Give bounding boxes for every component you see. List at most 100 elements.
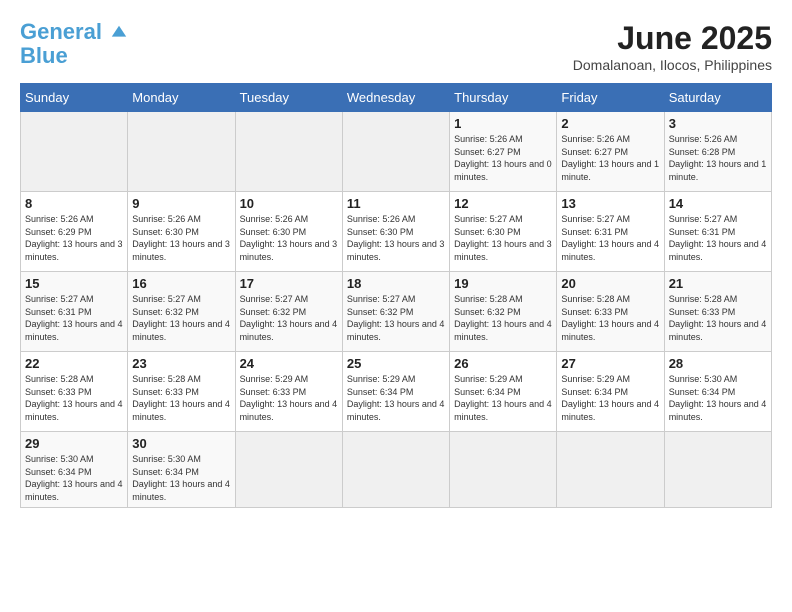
day-number: 12 [454, 196, 552, 211]
calendar-week-row: 8 Sunrise: 5:26 AM Sunset: 6:29 PM Dayli… [21, 192, 772, 272]
page-header: General Blue June 2025 Domalanoan, Iloco… [20, 20, 772, 73]
month-title: June 2025 [573, 20, 772, 57]
weekday-header-thursday: Thursday [450, 84, 557, 112]
day-info: Sunrise: 5:27 AM Sunset: 6:32 PM Dayligh… [240, 293, 338, 343]
calendar-cell: 11 Sunrise: 5:26 AM Sunset: 6:30 PM Dayl… [342, 192, 449, 272]
day-info: Sunrise: 5:27 AM Sunset: 6:31 PM Dayligh… [25, 293, 123, 343]
calendar-week-row: 22 Sunrise: 5:28 AM Sunset: 6:33 PM Dayl… [21, 352, 772, 432]
day-info: Sunrise: 5:29 AM Sunset: 6:34 PM Dayligh… [561, 373, 659, 423]
location: Domalanoan, Ilocos, Philippines [573, 57, 772, 73]
day-info: Sunrise: 5:26 AM Sunset: 6:28 PM Dayligh… [669, 133, 767, 183]
day-number: 22 [25, 356, 123, 371]
day-info: Sunrise: 5:27 AM Sunset: 6:31 PM Dayligh… [561, 213, 659, 263]
day-number: 2 [561, 116, 659, 131]
calendar-week-row: 1 Sunrise: 5:26 AM Sunset: 6:27 PM Dayli… [21, 112, 772, 192]
weekday-header-monday: Monday [128, 84, 235, 112]
calendar-cell [128, 112, 235, 192]
calendar-table: SundayMondayTuesdayWednesdayThursdayFrid… [20, 83, 772, 508]
weekday-header-friday: Friday [557, 84, 664, 112]
weekday-header-wednesday: Wednesday [342, 84, 449, 112]
day-number: 18 [347, 276, 445, 291]
day-number: 16 [132, 276, 230, 291]
title-block: June 2025 Domalanoan, Ilocos, Philippine… [573, 20, 772, 73]
day-number: 14 [669, 196, 767, 211]
day-info: Sunrise: 5:27 AM Sunset: 6:31 PM Dayligh… [669, 213, 767, 263]
calendar-cell: 19 Sunrise: 5:28 AM Sunset: 6:32 PM Dayl… [450, 272, 557, 352]
calendar-cell: 10 Sunrise: 5:26 AM Sunset: 6:30 PM Dayl… [235, 192, 342, 272]
day-number: 24 [240, 356, 338, 371]
day-info: Sunrise: 5:27 AM Sunset: 6:30 PM Dayligh… [454, 213, 552, 263]
day-info: Sunrise: 5:28 AM Sunset: 6:33 PM Dayligh… [669, 293, 767, 343]
calendar-cell: 12 Sunrise: 5:27 AM Sunset: 6:30 PM Dayl… [450, 192, 557, 272]
day-info: Sunrise: 5:26 AM Sunset: 6:30 PM Dayligh… [240, 213, 338, 263]
day-info: Sunrise: 5:29 AM Sunset: 6:34 PM Dayligh… [454, 373, 552, 423]
day-info: Sunrise: 5:28 AM Sunset: 6:33 PM Dayligh… [561, 293, 659, 343]
day-info: Sunrise: 5:30 AM Sunset: 6:34 PM Dayligh… [132, 453, 230, 503]
calendar-cell: 26 Sunrise: 5:29 AM Sunset: 6:34 PM Dayl… [450, 352, 557, 432]
day-number: 19 [454, 276, 552, 291]
calendar-cell [342, 112, 449, 192]
calendar-cell: 20 Sunrise: 5:28 AM Sunset: 6:33 PM Dayl… [557, 272, 664, 352]
calendar-week-row: 29 Sunrise: 5:30 AM Sunset: 6:34 PM Dayl… [21, 432, 772, 508]
day-info: Sunrise: 5:30 AM Sunset: 6:34 PM Dayligh… [25, 453, 123, 503]
calendar-cell: 30 Sunrise: 5:30 AM Sunset: 6:34 PM Dayl… [128, 432, 235, 508]
day-number: 23 [132, 356, 230, 371]
calendar-cell: 14 Sunrise: 5:27 AM Sunset: 6:31 PM Dayl… [664, 192, 771, 272]
day-info: Sunrise: 5:26 AM Sunset: 6:27 PM Dayligh… [561, 133, 659, 183]
day-number: 20 [561, 276, 659, 291]
day-number: 28 [669, 356, 767, 371]
day-info: Sunrise: 5:28 AM Sunset: 6:33 PM Dayligh… [132, 373, 230, 423]
day-info: Sunrise: 5:28 AM Sunset: 6:33 PM Dayligh… [25, 373, 123, 423]
day-number: 11 [347, 196, 445, 211]
calendar-cell: 22 Sunrise: 5:28 AM Sunset: 6:33 PM Dayl… [21, 352, 128, 432]
logo-blue: Blue [20, 44, 128, 68]
calendar-cell [235, 112, 342, 192]
day-number: 27 [561, 356, 659, 371]
logo: General Blue [20, 20, 128, 68]
day-number: 21 [669, 276, 767, 291]
day-number: 26 [454, 356, 552, 371]
day-number: 25 [347, 356, 445, 371]
day-number: 13 [561, 196, 659, 211]
day-number: 30 [132, 436, 230, 451]
calendar-cell [664, 432, 771, 508]
day-number: 1 [454, 116, 552, 131]
calendar-cell: 24 Sunrise: 5:29 AM Sunset: 6:33 PM Dayl… [235, 352, 342, 432]
calendar-cell: 27 Sunrise: 5:29 AM Sunset: 6:34 PM Dayl… [557, 352, 664, 432]
calendar-cell: 9 Sunrise: 5:26 AM Sunset: 6:30 PM Dayli… [128, 192, 235, 272]
calendar-cell: 28 Sunrise: 5:30 AM Sunset: 6:34 PM Dayl… [664, 352, 771, 432]
logo-text: General [20, 20, 128, 44]
day-info: Sunrise: 5:26 AM Sunset: 6:30 PM Dayligh… [347, 213, 445, 263]
calendar-cell: 25 Sunrise: 5:29 AM Sunset: 6:34 PM Dayl… [342, 352, 449, 432]
weekday-header-tuesday: Tuesday [235, 84, 342, 112]
calendar-cell: 15 Sunrise: 5:27 AM Sunset: 6:31 PM Dayl… [21, 272, 128, 352]
day-number: 10 [240, 196, 338, 211]
calendar-week-row: 15 Sunrise: 5:27 AM Sunset: 6:31 PM Dayl… [21, 272, 772, 352]
day-info: Sunrise: 5:28 AM Sunset: 6:32 PM Dayligh… [454, 293, 552, 343]
calendar-cell: 23 Sunrise: 5:28 AM Sunset: 6:33 PM Dayl… [128, 352, 235, 432]
calendar-cell [21, 112, 128, 192]
day-number: 17 [240, 276, 338, 291]
calendar-cell: 13 Sunrise: 5:27 AM Sunset: 6:31 PM Dayl… [557, 192, 664, 272]
day-info: Sunrise: 5:26 AM Sunset: 6:27 PM Dayligh… [454, 133, 552, 183]
day-info: Sunrise: 5:26 AM Sunset: 6:30 PM Dayligh… [132, 213, 230, 263]
calendar-cell: 3 Sunrise: 5:26 AM Sunset: 6:28 PM Dayli… [664, 112, 771, 192]
day-info: Sunrise: 5:29 AM Sunset: 6:34 PM Dayligh… [347, 373, 445, 423]
day-number: 15 [25, 276, 123, 291]
weekday-header-saturday: Saturday [664, 84, 771, 112]
day-info: Sunrise: 5:29 AM Sunset: 6:33 PM Dayligh… [240, 373, 338, 423]
weekday-header-row: SundayMondayTuesdayWednesdayThursdayFrid… [21, 84, 772, 112]
calendar-cell: 29 Sunrise: 5:30 AM Sunset: 6:34 PM Dayl… [21, 432, 128, 508]
day-number: 9 [132, 196, 230, 211]
weekday-header-sunday: Sunday [21, 84, 128, 112]
calendar-cell [235, 432, 342, 508]
calendar-cell [450, 432, 557, 508]
day-number: 3 [669, 116, 767, 131]
day-number: 8 [25, 196, 123, 211]
calendar-cell: 8 Sunrise: 5:26 AM Sunset: 6:29 PM Dayli… [21, 192, 128, 272]
day-number: 29 [25, 436, 123, 451]
calendar-cell: 17 Sunrise: 5:27 AM Sunset: 6:32 PM Dayl… [235, 272, 342, 352]
day-info: Sunrise: 5:30 AM Sunset: 6:34 PM Dayligh… [669, 373, 767, 423]
calendar-cell: 1 Sunrise: 5:26 AM Sunset: 6:27 PM Dayli… [450, 112, 557, 192]
calendar-cell: 18 Sunrise: 5:27 AM Sunset: 6:32 PM Dayl… [342, 272, 449, 352]
